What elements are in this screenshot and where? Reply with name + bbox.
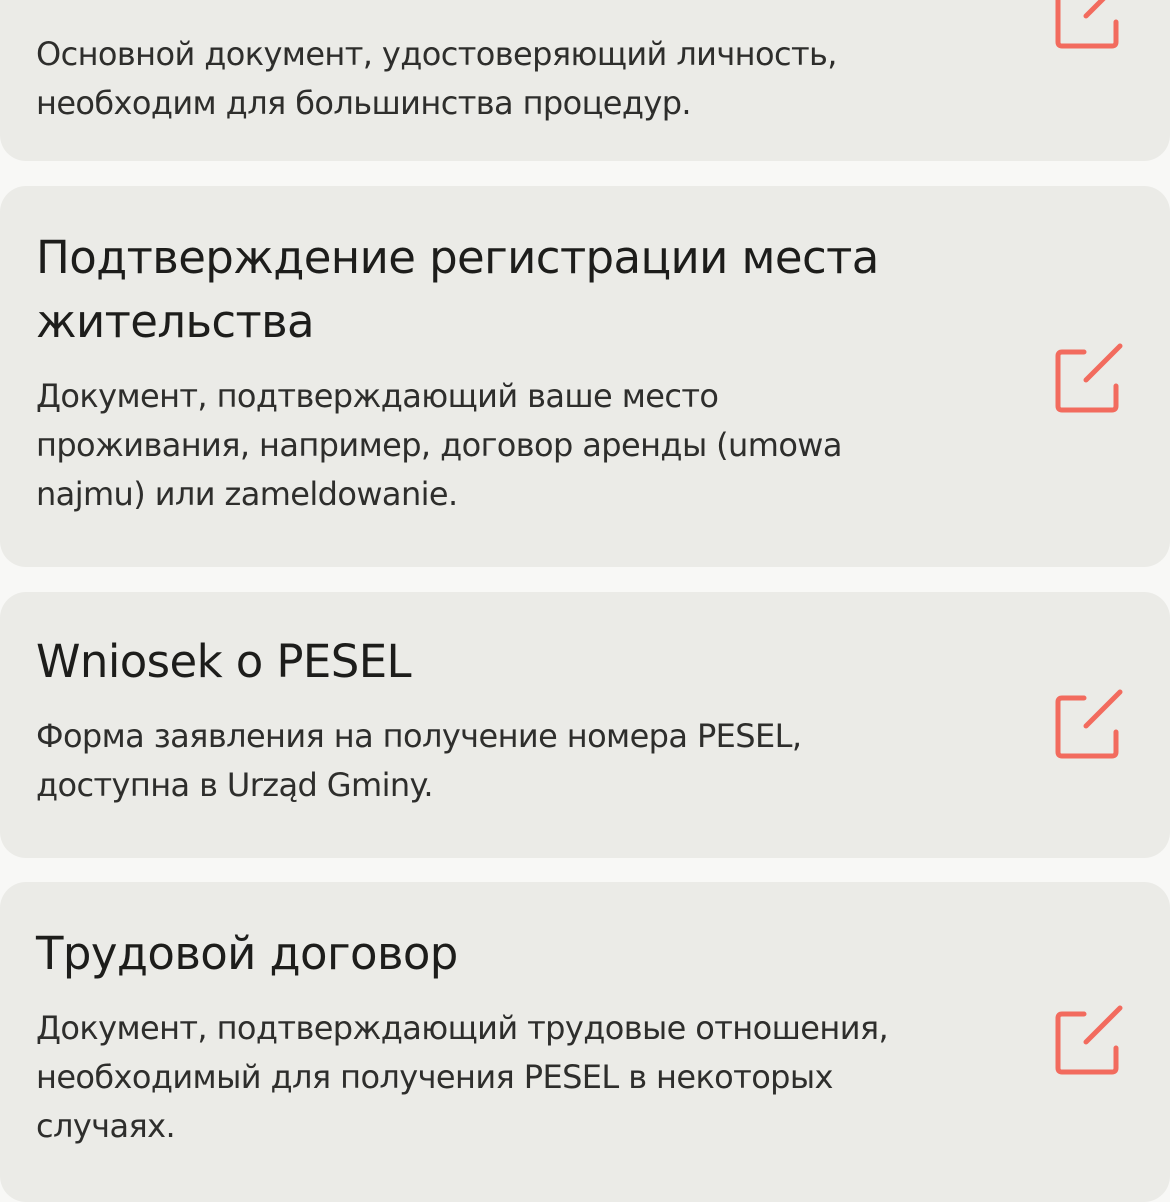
- card-content: Подтверждение регистрации места жительст…: [36, 226, 916, 519]
- card-title: Трудовой договор: [36, 927, 458, 980]
- edit-button[interactable]: [1048, 682, 1132, 766]
- card-title: Wniosek o PESEL: [36, 635, 412, 688]
- card-description: Документ, подтверждающий трудовые отноше…: [36, 1009, 889, 1145]
- edit-icon: [1055, 1005, 1123, 1075]
- edit-button[interactable]: [1048, 0, 1132, 56]
- card-content: Wniosek o PESEL Форма заявления на получ…: [36, 630, 916, 810]
- edit-icon: [1055, 343, 1123, 413]
- document-card: Трудовой договор Документ, подтверждающи…: [0, 882, 1170, 1202]
- card-description: Форма заявления на получение номера PESE…: [36, 717, 802, 804]
- card-description: Основной документ, удостоверяющий личнос…: [36, 35, 837, 122]
- card-title: Подтверждение регистрации места жительст…: [36, 231, 879, 348]
- edit-button[interactable]: [1048, 998, 1132, 1082]
- document-card: Подтверждение регистрации места жительст…: [0, 186, 1170, 567]
- card-content: Трудовой договор Документ, подтверждающи…: [36, 922, 916, 1151]
- edit-icon: [1055, 689, 1123, 759]
- card-content: Основной документ, удостоверяющий личнос…: [36, 30, 916, 128]
- document-card: Wniosek o PESEL Форма заявления на получ…: [0, 592, 1170, 858]
- edit-button[interactable]: [1048, 336, 1132, 420]
- edit-icon: [1055, 0, 1119, 49]
- document-card: Основной документ, удостоверяющий личнос…: [0, 0, 1170, 161]
- card-description: Документ, подтверждающий ваше место прож…: [36, 377, 842, 513]
